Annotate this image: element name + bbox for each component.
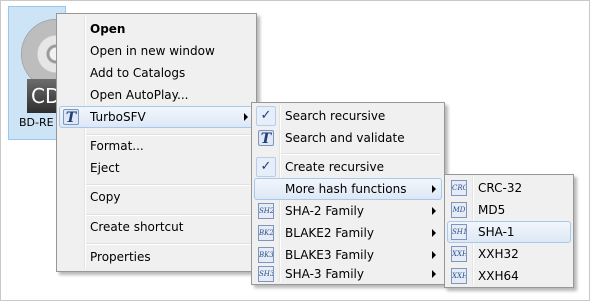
menu-item-sha2-family[interactable]: SH2 SHA-2 Family — [254, 200, 442, 222]
menu-item-label: XXH64 — [478, 269, 519, 283]
menu-item-label: Open AutoPlay... — [90, 88, 189, 102]
menu-item-label: TurboSFV — [90, 110, 146, 124]
menu-item-label: Eject — [90, 161, 120, 175]
menu-item-xxh32[interactable]: XXH XXH32 — [447, 243, 571, 265]
blake3-icon: BK3 — [258, 247, 274, 263]
crc-icon: CRC — [451, 180, 467, 196]
menu-item-md5[interactable]: MD MD5 — [447, 199, 571, 221]
menu-item-properties[interactable]: Properties — [59, 246, 254, 268]
menu-item-turbosfv[interactable]: T TurboSFV — [59, 106, 254, 128]
menu-separator — [281, 153, 440, 155]
menu-item-create-recursive[interactable]: ✓ Create recursive — [254, 156, 442, 178]
menu-item-label: Search recursive — [285, 109, 386, 123]
sha3-icon: SH3 — [258, 266, 274, 282]
menu-item-label: BLAKE3 Family — [285, 248, 374, 262]
menu-item-label: Properties — [90, 250, 151, 264]
checkmark-icon: ✓ — [256, 106, 276, 126]
submenu-arrow-icon — [432, 251, 436, 259]
submenu-arrow-icon — [432, 185, 436, 193]
checkmark-icon: ✓ — [256, 157, 276, 177]
menu-item-search-and-validate[interactable]: T Search and validate — [254, 127, 442, 149]
blake2-icon: BK2 — [258, 225, 274, 241]
context-menu: Open Open in new window Add to Catalogs … — [56, 13, 257, 272]
submenu-arrow-icon — [432, 207, 436, 215]
menu-item-label: SHA-1 — [478, 225, 515, 239]
menu-item-label: Format... — [90, 139, 144, 153]
turbosfv-submenu: ✓ Search recursive T Search and validate… — [251, 102, 445, 285]
menu-item-open[interactable]: Open — [59, 18, 254, 40]
md5-icon: MD — [451, 202, 467, 218]
menu-item-label: SHA-3 Family — [285, 267, 364, 281]
menu-item-xxh64[interactable]: XXH XXH64 — [447, 265, 571, 287]
menu-item-open-autoplay[interactable]: Open AutoPlay... — [59, 84, 254, 106]
sha1-icon: SH1 — [451, 224, 467, 240]
menu-item-label: Open in new window — [90, 44, 215, 58]
menu-item-label: BLAKE2 Family — [285, 226, 374, 240]
menu-item-label: Add to Catalogs — [90, 66, 186, 80]
menu-item-eject[interactable]: Eject — [59, 157, 254, 179]
menu-item-create-shortcut[interactable]: Create shortcut — [59, 216, 254, 238]
menu-separator — [86, 243, 252, 245]
menu-item-label: CRC-32 — [478, 181, 523, 195]
menu-item-blake2-family[interactable]: BK2 BLAKE2 Family — [254, 222, 442, 244]
menu-item-label: XXH32 — [478, 247, 519, 261]
submenu-arrow-icon — [432, 270, 436, 278]
menu-item-label: MD5 — [478, 203, 506, 217]
sha2-icon: SH2 — [258, 203, 274, 219]
menu-item-label: SHA-2 Family — [285, 204, 364, 218]
menu-item-label: Search and validate — [285, 131, 405, 145]
menu-item-label: Open — [90, 22, 126, 36]
hash-functions-submenu: CRC CRC-32 MD MD5 SH1 SHA-1 XXH XXH32 XX… — [444, 174, 574, 288]
menu-item-sha1[interactable]: SH1 SHA-1 — [447, 221, 571, 243]
submenu-arrow-icon — [432, 229, 436, 237]
menu-item-format[interactable]: Format... — [59, 135, 254, 157]
menu-item-add-to-catalogs[interactable]: Add to Catalogs — [59, 62, 254, 84]
menu-item-label: Create recursive — [285, 160, 384, 174]
menu-item-label: Create shortcut — [90, 220, 184, 234]
menu-item-label: Copy — [90, 190, 121, 204]
menu-item-copy[interactable]: Copy — [59, 186, 254, 208]
menu-item-search-recursive[interactable]: ✓ Search recursive — [254, 105, 442, 127]
xxh32-icon: XXH — [451, 246, 467, 262]
xxh64-icon: XXH — [451, 268, 467, 284]
menu-item-sha3-family[interactable]: SH3 SHA-3 Family — [254, 263, 442, 285]
menu-item-label: More hash functions — [285, 182, 407, 196]
turbosfv-icon: T — [258, 130, 274, 147]
menu-item-open-new-window[interactable]: Open in new window — [59, 40, 254, 62]
submenu-arrow-icon — [244, 113, 248, 121]
menu-item-crc32[interactable]: CRC CRC-32 — [447, 177, 571, 199]
menu-item-more-hash-functions[interactable]: More hash functions — [254, 178, 442, 200]
turbosfv-icon: T — [63, 109, 79, 126]
